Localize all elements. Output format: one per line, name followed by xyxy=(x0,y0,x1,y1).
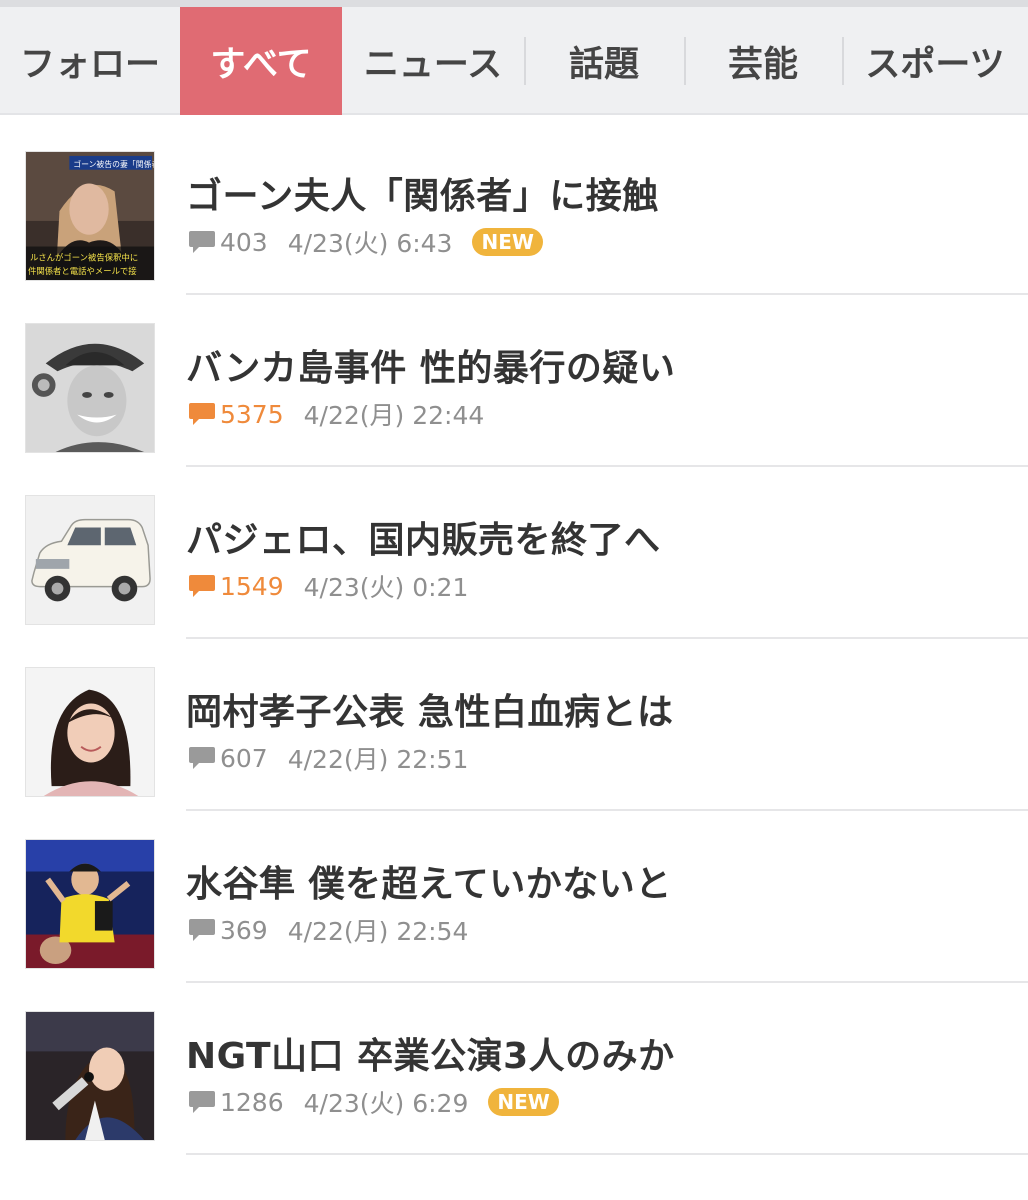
article-meta: 5375 4/22(月) 22:44 xyxy=(188,396,484,432)
comment-icon xyxy=(189,231,215,253)
comment-count: 1286 xyxy=(220,1087,284,1117)
comment-count: 1549 xyxy=(220,571,284,601)
photo-woman-hat-icon xyxy=(25,323,155,453)
portrait-woman-icon xyxy=(25,667,155,797)
article-title[interactable]: ゴーン夫人「関係者」に接触 xyxy=(186,167,659,219)
tab-label: すべて xyxy=(210,44,312,85)
tab-label: ニュース xyxy=(363,44,503,85)
article-date: 4/22(月) 22:54 xyxy=(287,917,469,946)
tab-all[interactable]: すべて xyxy=(180,7,342,115)
article-meta: 369 4/22(月) 22:54 xyxy=(188,912,468,948)
category-tab-bar: フォロー すべて ニュース 話題 芸能 スポーツ xyxy=(0,7,1028,115)
article-meta: 403 4/23(火) 6:43 NEW xyxy=(188,224,543,260)
comment-count: 5375 xyxy=(220,399,284,429)
comment-count: 403 xyxy=(220,227,268,257)
news-photo-woman-icon: ゴーン被告の妻「関係者」 ルさんがゴーン被告保釈中に 件関係者と電話やメールで接 xyxy=(25,151,155,281)
comment-icon xyxy=(189,747,215,769)
article-item[interactable]: バンカ島事件 性的暴行の疑い 5375 4/22(月) 22:44 xyxy=(25,295,1028,467)
tab-sports[interactable]: スポーツ xyxy=(842,7,1028,115)
article-meta: 1286 4/23(火) 6:29 NEW xyxy=(188,1084,559,1120)
tab-news[interactable]: ニュース xyxy=(342,7,524,115)
thumb-caption: ルさんがゴーン被告保釈中に xyxy=(30,252,138,262)
comment-count: 607 xyxy=(220,743,268,773)
tab-divider xyxy=(524,37,526,85)
article-date: 4/22(月) 22:51 xyxy=(287,745,469,774)
new-badge: NEW xyxy=(472,228,543,256)
new-badge: NEW xyxy=(488,1088,559,1116)
tab-entertainment[interactable]: 芸能 xyxy=(684,7,842,115)
comment-icon xyxy=(189,403,215,425)
article-item[interactable]: ゴーン被告の妻「関係者」 ルさんがゴーン被告保釈中に 件関係者と電話やメールで接… xyxy=(25,115,1028,295)
tab-label: 話題 xyxy=(568,44,639,85)
article-item[interactable]: パジェロ、国内販売を終了へ 1549 4/23(火) 0:21 xyxy=(25,467,1028,639)
article-item[interactable]: NGT山口 卒業公演3人のみか 1286 4/23(火) 6:29 NEW xyxy=(25,983,1028,1155)
article-date: 4/23(火) 6:29 xyxy=(303,1089,469,1118)
article-date: 4/23(火) 0:21 xyxy=(303,573,469,602)
article-meta: 1549 4/23(火) 0:21 xyxy=(188,568,468,604)
comment-count: 369 xyxy=(220,915,268,945)
comment-icon xyxy=(189,575,215,597)
tab-label: フォロー xyxy=(19,44,160,85)
tab-label: 芸能 xyxy=(727,44,798,85)
article-title[interactable]: 岡村孝子公表 急性白血病とは xyxy=(186,683,674,735)
car-photo-icon xyxy=(25,495,155,625)
table-tennis-player-icon xyxy=(25,839,155,969)
comment-icon xyxy=(189,919,215,941)
article-title[interactable]: NGT山口 卒業公演3人のみか xyxy=(186,1027,675,1079)
tab-follow[interactable]: フォロー xyxy=(0,7,180,115)
article-title[interactable]: パジェロ、国内販売を終了へ xyxy=(186,511,661,563)
tab-divider xyxy=(842,37,844,85)
article-date: 4/22(月) 22:44 xyxy=(303,401,485,430)
singer-photo-icon xyxy=(25,1011,155,1141)
top-border xyxy=(0,0,1028,7)
article-meta: 607 4/22(月) 22:51 xyxy=(188,740,468,776)
article-title[interactable]: 水谷隼 僕を超えていかないと xyxy=(186,855,672,907)
article-date: 4/23(火) 6:43 xyxy=(287,229,453,258)
article-title[interactable]: バンカ島事件 性的暴行の疑い xyxy=(186,339,675,391)
thumb-caption: 件関係者と電話やメールで接 xyxy=(28,266,137,276)
thumb-caption: ゴーン被告の妻「関係者」 xyxy=(73,159,154,169)
article-item[interactable]: 岡村孝子公表 急性白血病とは 607 4/22(月) 22:51 xyxy=(25,639,1028,811)
tab-divider xyxy=(684,37,686,85)
tab-topics[interactable]: 話題 xyxy=(524,7,684,115)
comment-icon xyxy=(189,1091,215,1113)
tab-label: スポーツ xyxy=(865,44,1005,85)
article-list: ゴーン被告の妻「関係者」 ルさんがゴーン被告保釈中に 件関係者と電話やメールで接… xyxy=(0,115,1028,1155)
article-item[interactable]: 水谷隼 僕を超えていかないと 369 4/22(月) 22:54 xyxy=(25,811,1028,983)
